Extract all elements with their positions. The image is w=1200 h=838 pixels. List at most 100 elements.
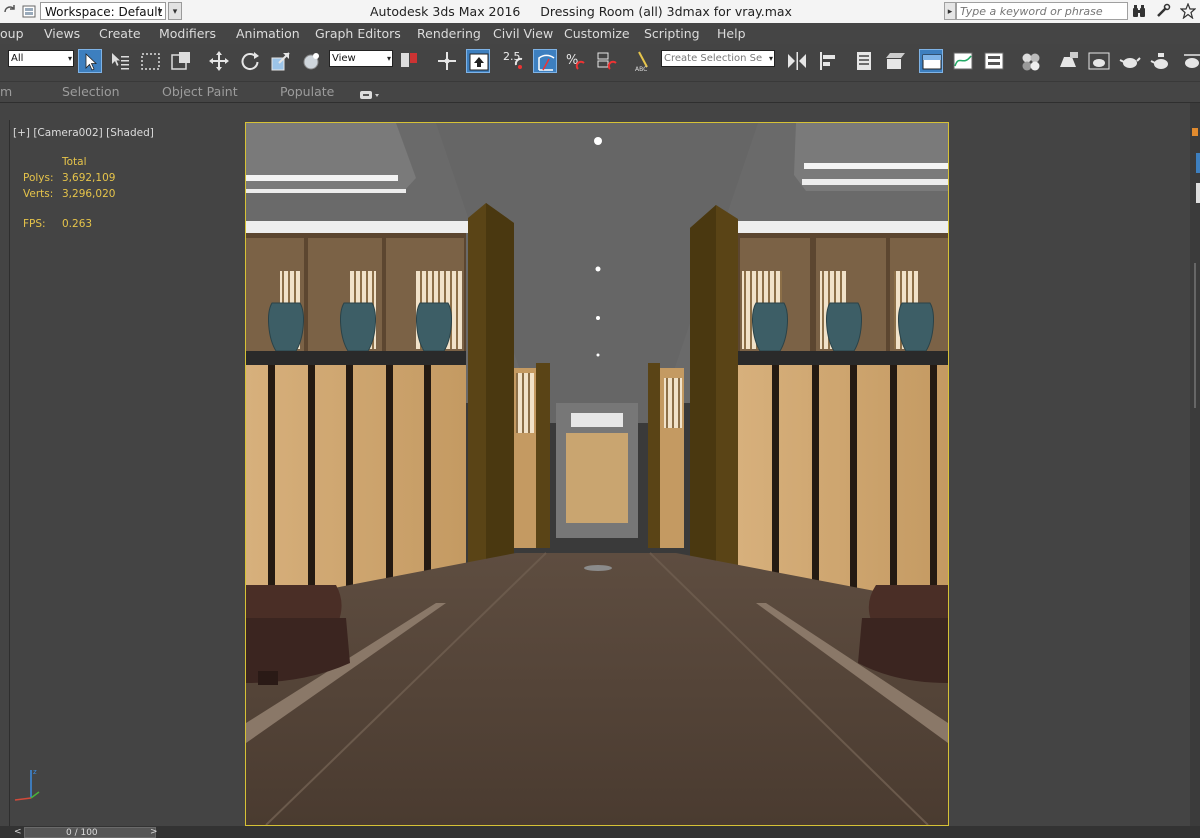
render-activeshade-button[interactable] [1180,49,1200,73]
binoculars-icon[interactable] [1131,3,1147,19]
named-selection-icon: ABC [635,51,648,73]
render-setup-button[interactable] [1056,49,1080,73]
quick-access-dropdown[interactable]: ▾ [168,2,182,20]
title-bar: Workspace: Default ▾ ▾ Autodesk 3ds Max … [0,0,1200,24]
select-by-name-icon [112,53,129,70]
menu-group[interactable]: oup [0,26,24,41]
move-icon [209,51,229,71]
mirror-icon [788,52,806,70]
ribbon-tab-modeling[interactable]: m [0,84,12,99]
keyboard-shortcut-override-button[interactable] [466,49,490,73]
material-editor-button[interactable] [1019,49,1043,73]
snap-angle-label: 2.5 [503,50,521,63]
curve-editor-button[interactable] [951,49,975,73]
stats-verts-value: 3,296,020 [62,188,116,200]
menu-views[interactable]: Views [44,26,80,41]
ribbon-tab-selection[interactable]: Selection [62,84,120,99]
tools-icon[interactable] [1155,3,1171,19]
menu-customize[interactable]: Customize [564,26,630,41]
move-button[interactable] [207,49,231,73]
rotate-button[interactable] [238,49,262,73]
window-title: Autodesk 3ds Max 2016 Dressing Room (all… [370,4,792,19]
snaps-toggle-button[interactable]: 2.5 [502,49,526,73]
main-toolbar: All ▾ View ▾ 2.5 % ABC Create Selection … [0,44,1200,82]
redo-icon[interactable] [2,3,18,19]
menu-civil-view[interactable]: Civil View [493,26,553,41]
corridor-render [246,123,948,825]
toggle-ribbon-button[interactable] [919,49,943,73]
viewport-label-menu[interactable]: [+] [Camera002] [Shaded] [13,127,154,139]
percent-snap-button[interactable]: % [564,49,588,73]
select-and-manipulate-button[interactable] [435,49,459,73]
percent-snap-icon: % [566,53,585,70]
menu-animation[interactable]: Animation [236,26,300,41]
scale-button[interactable] [269,49,293,73]
panel-scrollbar[interactable] [1194,263,1196,408]
rectangle-selection-icon [141,53,160,70]
align-icon [820,52,835,70]
panel-tab-create[interactable] [1196,153,1200,173]
panel-indicator-icon [1192,128,1198,136]
placement-button[interactable] [300,49,324,73]
window-crossing-button[interactable] [169,49,193,73]
activeshade-icon [1184,54,1200,68]
command-panel-edge [1190,103,1200,826]
ribbon-tab-populate[interactable]: Populate [280,84,334,99]
select-by-name-button[interactable] [108,49,132,73]
named-selection-sets-dropdown[interactable]: Create Selection Se ▾ [661,50,775,67]
align-button[interactable] [816,49,840,73]
project-folder-icon[interactable] [21,3,37,19]
axis-tripod-icon: z [11,764,45,804]
svg-text:z: z [33,768,37,776]
schematic-view-button[interactable] [982,49,1006,73]
menu-help[interactable]: Help [717,26,746,41]
placement-icon [303,53,319,70]
ribbon-options-icon[interactable] [360,86,380,99]
panel-tab-modify[interactable] [1196,183,1200,203]
material-editor-icon [1022,53,1040,71]
reference-coordinate-dropdown[interactable]: View ▾ [329,50,393,67]
layer-explorer-button[interactable] [884,49,908,73]
named-selection-placeholder: Create Selection Se [664,53,763,64]
manage-layers-button[interactable] [852,49,876,73]
layers-list-icon [857,52,871,70]
prev-frame-button[interactable]: < [14,827,22,837]
menu-rendering[interactable]: Rendering [417,26,481,41]
star-icon[interactable] [1179,2,1197,20]
teapot-icon [1119,57,1141,68]
stats-polys-value: 3,692,109 [62,172,116,184]
render-production-button[interactable] [1118,49,1142,73]
menu-graph-editors[interactable]: Graph Editors [315,26,401,41]
ribbon-tab-object-paint[interactable]: Object Paint [162,84,238,99]
edit-named-selection-button[interactable]: ABC [633,49,657,73]
chevron-down-icon: ▾ [67,54,72,63]
workspace-dropdown[interactable]: Workspace: Default ▾ [40,2,166,20]
spinner-snap-button[interactable] [595,49,619,73]
search-input[interactable] [956,2,1128,20]
window-crossing-icon [171,52,190,70]
teapot-render-icon [1150,53,1168,69]
camera-viewport[interactable] [245,122,949,826]
select-object-button[interactable] [78,49,102,73]
rectangle-region-button[interactable] [139,49,163,73]
keyboard-override-icon [469,53,489,71]
render-iterative-button[interactable] [1149,49,1173,73]
menu-bar: oup Views Create Modifiers Animation Gra… [0,23,1200,44]
menu-create[interactable]: Create [99,26,141,41]
menu-modifiers[interactable]: Modifiers [159,26,216,41]
stats-header: Total [62,156,87,168]
rendered-frame-window-button[interactable] [1087,49,1111,73]
angle-snap-button[interactable] [533,49,557,73]
stats-verts-label: Verts: [23,188,54,200]
next-frame-button[interactable]: > [150,827,158,837]
select-arrow-icon [85,53,98,71]
pivot-center-button[interactable] [397,49,421,73]
selection-filter-dropdown[interactable]: All ▾ [8,50,74,67]
menu-scripting[interactable]: Scripting [644,26,700,41]
search-expand-arrow[interactable]: ▸ [944,2,956,20]
scale-icon [271,52,290,71]
mirror-button[interactable] [785,49,809,73]
reference-coordinate-value: View [332,53,356,64]
ribbon-tabs: m Selection Object Paint Populate [0,82,1200,103]
svg-text:ABC: ABC [635,66,647,73]
